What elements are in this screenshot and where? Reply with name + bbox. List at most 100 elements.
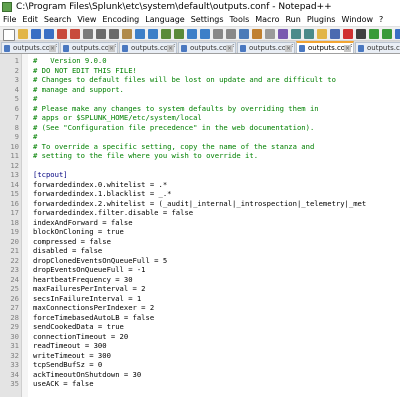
play-multiple-icon[interactable] — [382, 29, 392, 39]
zoom-in-icon[interactable] — [187, 29, 197, 39]
paste-icon[interactable] — [122, 29, 132, 39]
show-all-chars-icon[interactable] — [252, 29, 262, 39]
menu-item-run[interactable]: Run — [282, 14, 303, 26]
code-line[interactable]: 26 secsInFailureInterval = 1 — [0, 294, 400, 304]
play-icon[interactable] — [369, 29, 379, 39]
code-line[interactable]: 19 blockOnCloning = true — [0, 227, 400, 237]
record-icon[interactable] — [343, 29, 353, 39]
sync-h-icon[interactable] — [226, 29, 236, 39]
code-line[interactable]: 11 # setting to the file where you wish t… — [0, 151, 400, 161]
menu-item-view[interactable]: View — [74, 14, 99, 26]
udl-icon[interactable] — [278, 29, 288, 39]
close-tab-icon[interactable]: × — [226, 45, 233, 52]
close-tab-icon[interactable]: × — [344, 45, 351, 52]
close-all-icon[interactable] — [70, 29, 80, 39]
code-line[interactable]: 1 # Version 9.0.0 — [0, 56, 400, 66]
code-line[interactable]: 35 useACK = false — [0, 379, 400, 389]
close-tab-icon[interactable]: × — [285, 45, 292, 52]
tab-document[interactable]: outputs.conf× — [60, 42, 118, 53]
print-icon[interactable] — [83, 29, 93, 39]
code-line[interactable]: 22 dropClonedEventsOnQueueFull = 5 — [0, 256, 400, 266]
menu-item-help[interactable]: ? — [376, 14, 386, 26]
code-line[interactable]: 8 # (See "Configuration file precedence" … — [0, 123, 400, 133]
tab-active-document[interactable]: outputs.conf × — [296, 41, 354, 53]
line-number: 25 — [10, 284, 19, 293]
tab-document[interactable]: outputs.conf× — [355, 42, 400, 53]
save-all-icon[interactable] — [44, 29, 54, 39]
line-number: 15 — [10, 189, 19, 198]
monitor-icon[interactable] — [330, 29, 340, 39]
code-line[interactable]: 15 forwardedindex.1.blacklist = _.* — [0, 189, 400, 199]
code-line[interactable]: 32 writeTimeout = 300 — [0, 351, 400, 361]
code-line[interactable]: 20 compressed = false — [0, 237, 400, 247]
code-line[interactable]: 18 indexAndForward = false — [0, 218, 400, 228]
undo-icon[interactable] — [135, 29, 145, 39]
code-line[interactable]: 4 # manage and support. — [0, 85, 400, 95]
code-line[interactable]: 16 forwardedindex.2.whitelist = (_audit|_… — [0, 199, 400, 209]
code-line[interactable]: 31 readTimeout = 300 — [0, 341, 400, 351]
menu-item-encoding[interactable]: Encoding — [99, 14, 142, 26]
code-line[interactable]: 25 maxFailuresPerInterval = 2 — [0, 284, 400, 294]
code-line[interactable]: 2 # DO NOT EDIT THIS FILE! — [0, 66, 400, 76]
zoom-out-icon[interactable] — [200, 29, 210, 39]
find-icon[interactable] — [161, 29, 171, 39]
replace-icon[interactable] — [174, 29, 184, 39]
close-icon[interactable] — [57, 29, 67, 39]
code-line[interactable]: 13 [tcpout] — [0, 170, 400, 180]
close-tab-icon[interactable]: × — [108, 45, 115, 52]
code-line[interactable]: 9 # — [0, 132, 400, 142]
code-line[interactable]: 29 sendCookedData = true — [0, 322, 400, 332]
code-line[interactable]: 10 # To override a specific setting, copy… — [0, 142, 400, 152]
code-line[interactable]: 7 # apps or $SPLUNK_HOME/etc/system/local — [0, 113, 400, 123]
line-text: # Please make any changes to system defa… — [33, 103, 319, 113]
save-macro-icon[interactable] — [395, 29, 400, 39]
code-line[interactable]: 12 — [0, 161, 400, 171]
menu-item-macro[interactable]: Macro — [252, 14, 282, 26]
file-icon — [358, 45, 364, 52]
code-line[interactable]: 5 # — [0, 94, 400, 104]
close-tab-icon[interactable]: × — [49, 45, 56, 52]
menu-item-window[interactable]: Window — [338, 14, 376, 26]
code-line[interactable]: 33 tcpSendBufSz = 0 — [0, 360, 400, 370]
code-line[interactable]: 23 dropEventsOnQueueFull = -1 — [0, 265, 400, 275]
code-editor[interactable]: 1 # Version 9.0.0 2 # DO NOT EDIT THIS FILE… — [0, 54, 400, 397]
code-line[interactable]: 14 forwardedindex.0.whitelist = .* — [0, 180, 400, 190]
save-icon[interactable] — [31, 29, 41, 39]
stop-icon[interactable] — [356, 29, 366, 39]
code-line[interactable]: 34 ackTimeoutOnShutdown = 30 — [0, 370, 400, 380]
redo-icon[interactable] — [148, 29, 158, 39]
word-wrap-icon[interactable] — [239, 29, 249, 39]
code-line[interactable]: 24 heartbeatFrequency = 30 — [0, 275, 400, 285]
code-line[interactable]: 3 # Changes to default files will be lost… — [0, 75, 400, 85]
menu-item-file[interactable]: File — [0, 14, 19, 26]
cut-icon[interactable] — [96, 29, 106, 39]
line-text: dropEventsOnQueueFull = -1 — [33, 265, 146, 274]
tab-document[interactable]: outputs.conf× — [119, 42, 177, 53]
sync-v-icon[interactable] — [213, 29, 223, 39]
line-text: forceTimebasedAutoLB = false — [33, 312, 155, 322]
function-list-icon[interactable] — [304, 29, 314, 39]
menu-item-settings[interactable]: Settings — [188, 14, 227, 26]
menu-item-search[interactable]: Search — [41, 14, 74, 26]
new-file-icon[interactable] — [3, 29, 15, 41]
close-tab-icon[interactable]: × — [167, 45, 174, 52]
tab-document[interactable]: outputs.conf× — [178, 42, 236, 53]
code-line[interactable]: 30 connectionTimeout = 20 — [0, 332, 400, 342]
code-line[interactable]: 17 forwardedindex.filter.disable = false — [0, 208, 400, 218]
line-number: 24 — [10, 274, 19, 284]
code-line[interactable]: 6 # Please make any changes to system def… — [0, 104, 400, 114]
code-line[interactable]: 28 forceTimebasedAutoLB = false — [0, 313, 400, 323]
code-line[interactable]: 21 disabled = false — [0, 246, 400, 256]
menu-item-tools[interactable]: Tools — [227, 14, 253, 26]
code-line[interactable]: 27 maxConnectionsPerIndexer = 2 — [0, 303, 400, 313]
menu-item-language[interactable]: Language — [142, 14, 187, 26]
tab-document[interactable]: outputs.conf× — [1, 42, 59, 53]
open-file-icon[interactable] — [18, 29, 28, 39]
tab-document[interactable]: outputs.conf× — [237, 42, 295, 53]
indent-guide-icon[interactable] — [265, 29, 275, 39]
doc-map-icon[interactable] — [291, 29, 301, 39]
folder-workspace-icon[interactable] — [317, 29, 327, 39]
menu-item-plugins[interactable]: Plugins — [304, 14, 339, 26]
copy-icon[interactable] — [109, 29, 119, 39]
menu-item-edit[interactable]: Edit — [19, 14, 41, 26]
